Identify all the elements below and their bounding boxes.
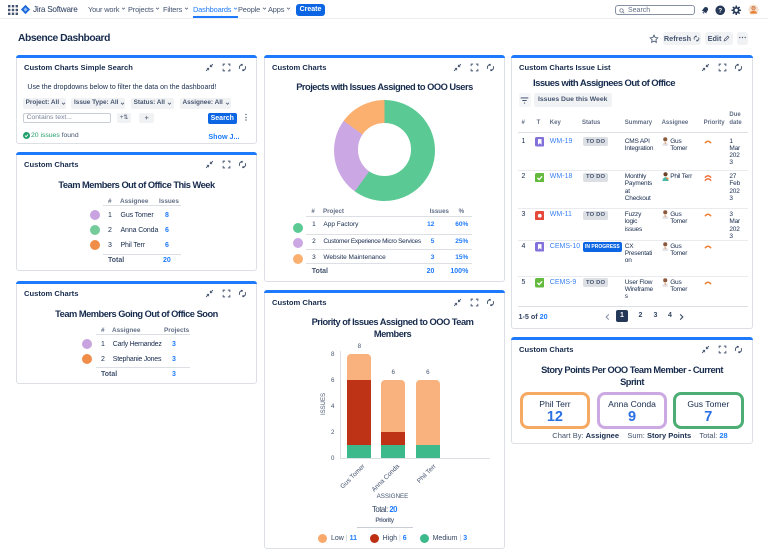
svg-text:?: ? [718,7,722,14]
